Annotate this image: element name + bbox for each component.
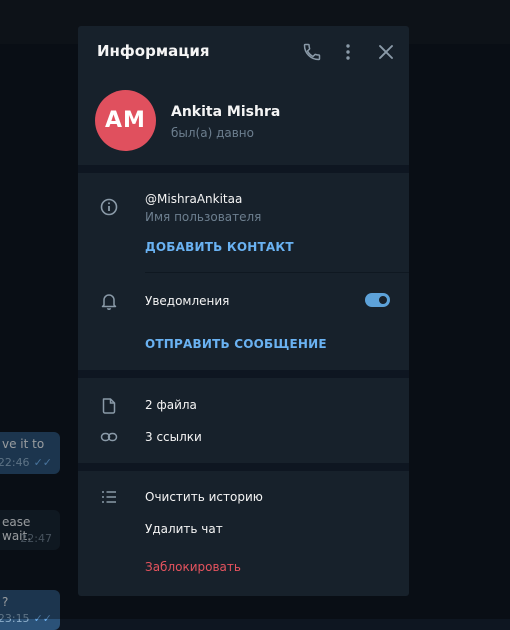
panel-title: Информация xyxy=(97,42,210,60)
section-divider xyxy=(78,370,409,378)
divider-line xyxy=(145,272,409,273)
clear-history-label: Очистить историю xyxy=(145,490,263,504)
phone-icon[interactable] xyxy=(302,42,322,62)
clear-history-row[interactable]: Очистить историю xyxy=(78,482,409,512)
list-icon xyxy=(99,487,119,507)
file-icon xyxy=(99,396,119,416)
section-divider xyxy=(78,165,409,173)
notifications-label: Уведомления xyxy=(145,294,230,308)
section-divider xyxy=(78,463,409,471)
send-message-button[interactable]: ОТПРАВИТЬ СООБЩЕНИЕ xyxy=(145,337,327,351)
avatar[interactable]: AM xyxy=(95,90,156,151)
profile-name: Ankita Mishra xyxy=(171,104,281,120)
delete-chat-row[interactable]: Удалить чат xyxy=(78,514,409,544)
toggle-knob xyxy=(377,294,389,306)
notifications-toggle[interactable] xyxy=(365,293,390,307)
add-contact-button[interactable]: ДОБАВИТЬ КОНТАКТ xyxy=(145,240,294,254)
files-row[interactable]: 2 файла xyxy=(78,390,409,420)
more-icon[interactable] xyxy=(338,42,358,62)
username-value[interactable]: @MishraAnkitaa xyxy=(145,192,242,206)
links-count: 3 ссылки xyxy=(145,430,202,444)
profile-section: AM Ankita Mishra был(а) давно xyxy=(78,78,409,191)
links-row[interactable]: 3 ссылки xyxy=(78,422,409,452)
bell-icon xyxy=(99,291,119,311)
block-user-label: Заблокировать xyxy=(145,560,241,574)
delete-chat-label: Удалить чат xyxy=(145,522,223,536)
close-icon[interactable] xyxy=(376,42,396,62)
username-caption: Имя пользователя xyxy=(145,210,262,224)
block-user-row[interactable]: Заблокировать xyxy=(78,552,409,582)
link-icon xyxy=(99,427,119,447)
user-info-panel: Информация AM Ankita Mishra был(а) давно… xyxy=(78,26,409,596)
last-seen-status: был(а) давно xyxy=(171,126,254,140)
panel-header: Информация xyxy=(78,26,409,78)
files-count: 2 файла xyxy=(145,398,197,412)
info-icon xyxy=(99,197,119,217)
